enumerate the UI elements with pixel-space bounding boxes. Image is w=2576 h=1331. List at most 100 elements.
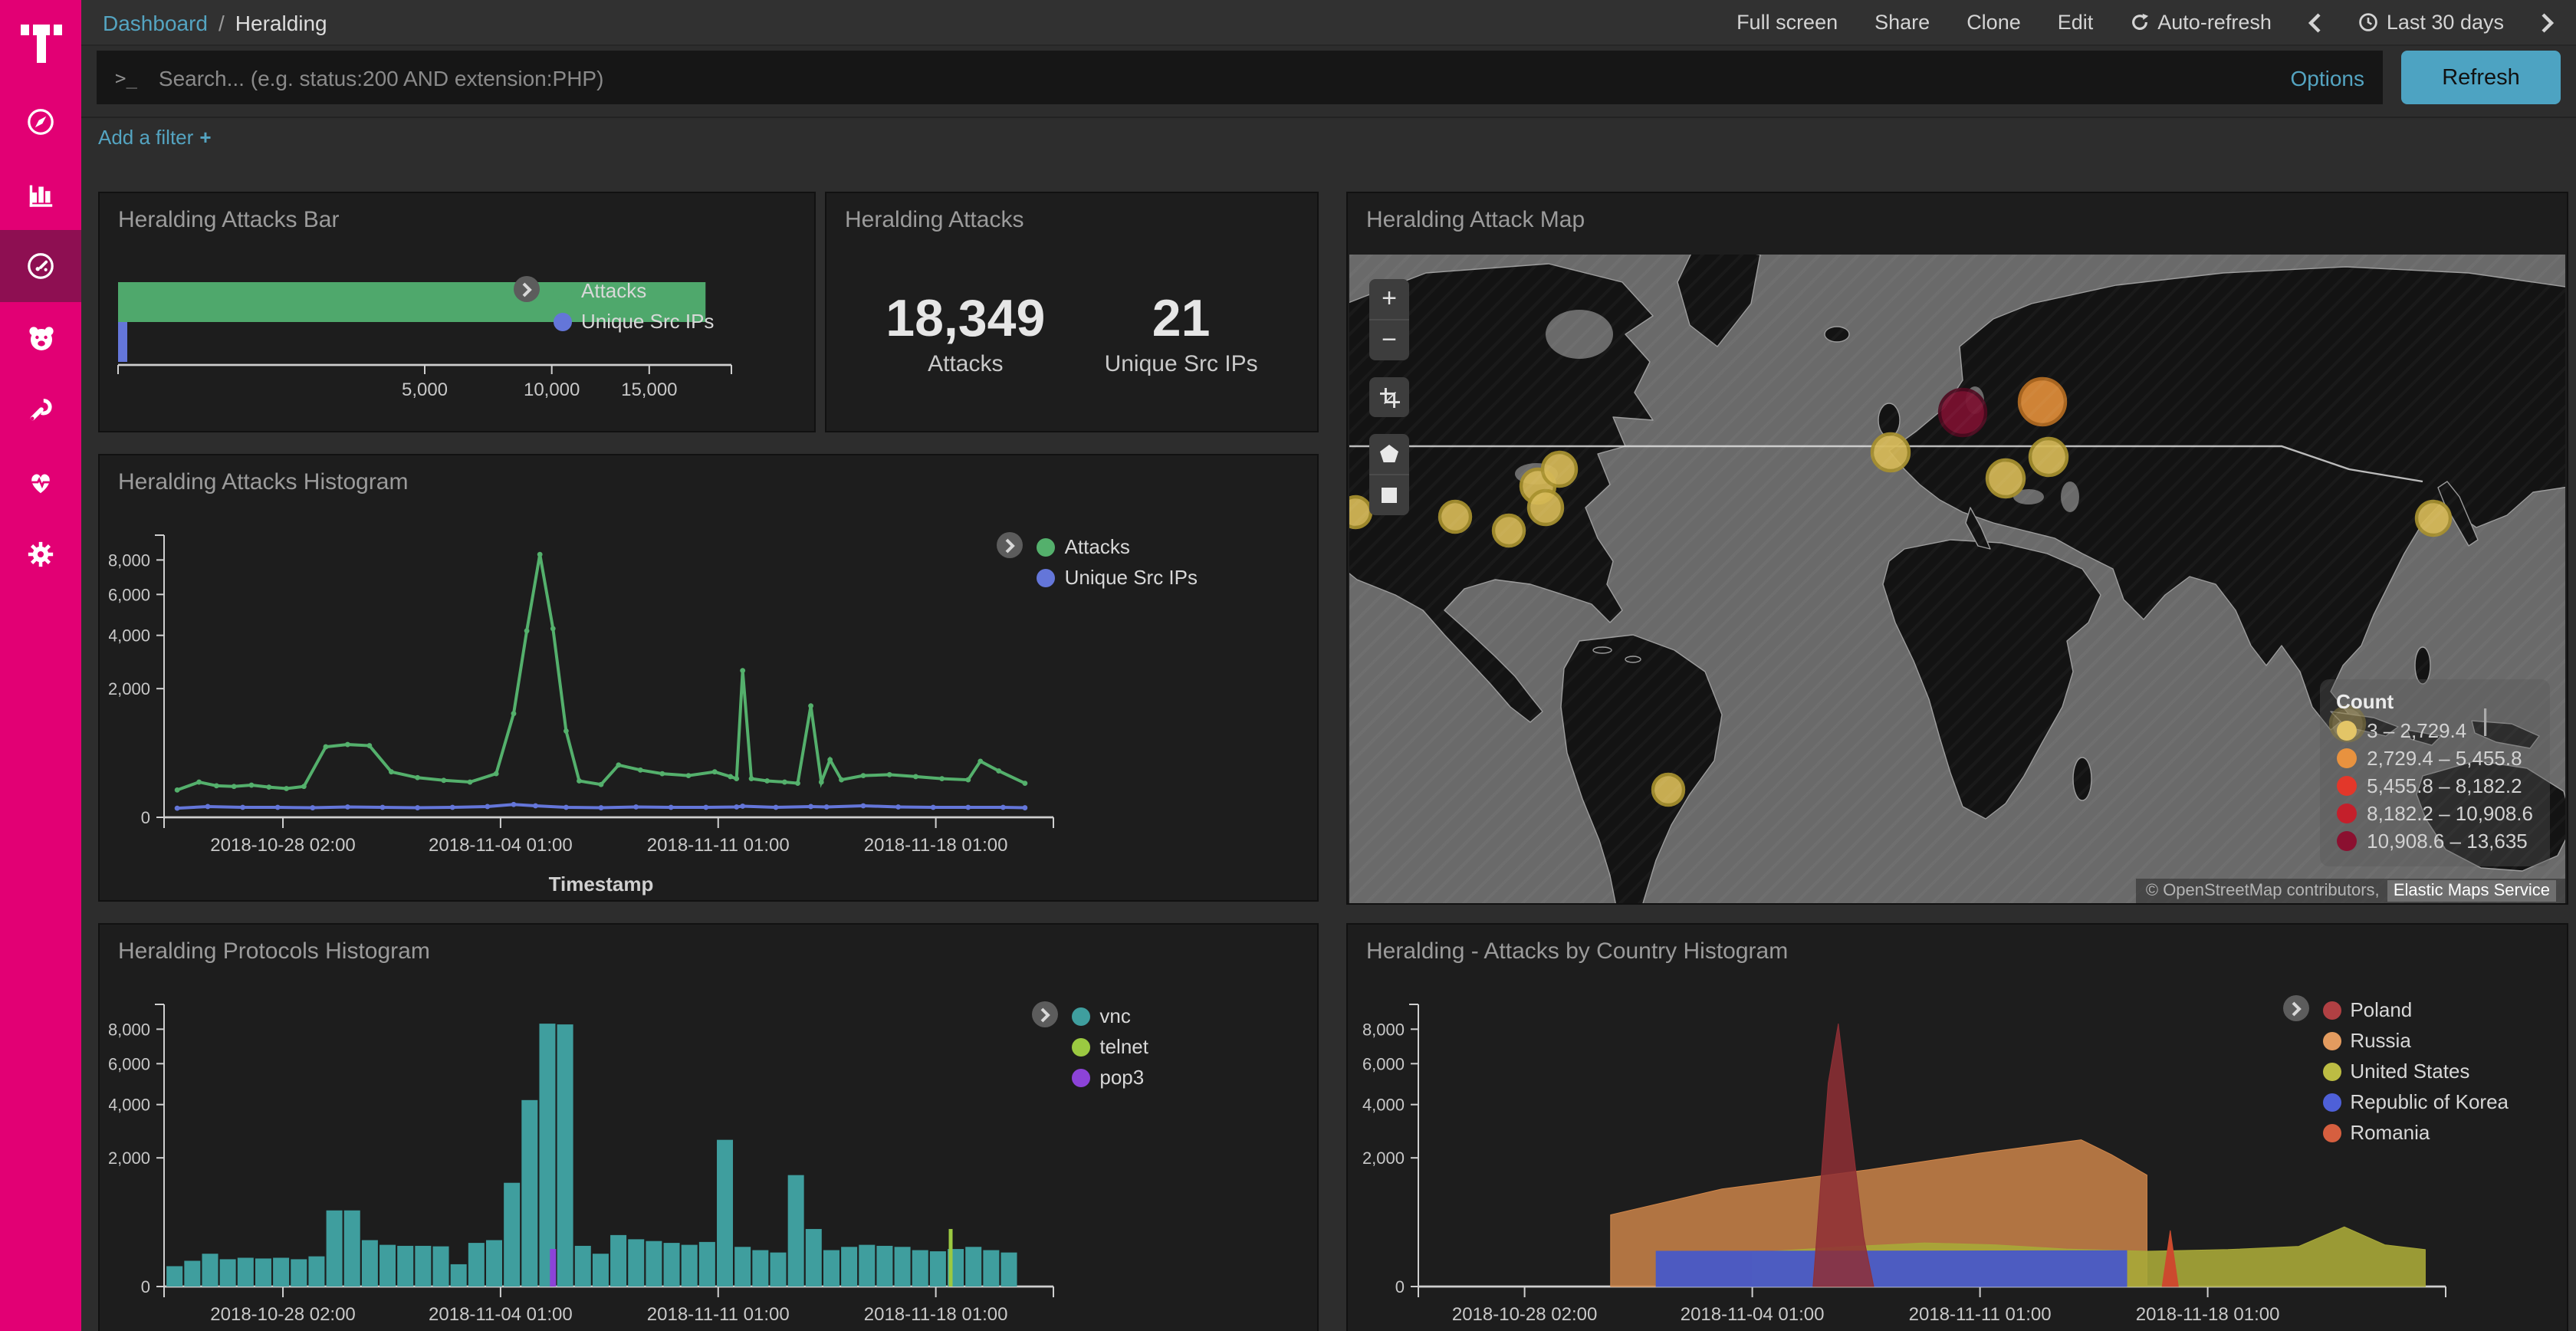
panel-title: Heralding Attack Map bbox=[1348, 193, 2567, 247]
sidebar-item-honeypot[interactable] bbox=[0, 302, 81, 374]
svg-text:10,000: 10,000 bbox=[524, 380, 580, 400]
legend-label: vnc bbox=[1099, 1004, 1130, 1027]
map-legend-dot-icon bbox=[2336, 748, 2356, 768]
chevron-left-icon bbox=[2308, 12, 2322, 33]
panel-attack-map: Heralding Attack Map bbox=[1346, 192, 2568, 905]
map-controls: + − bbox=[1369, 279, 1409, 515]
world-map[interactable]: + − bbox=[1349, 255, 2565, 903]
legend-item-russia[interactable]: Russia bbox=[2322, 1029, 2509, 1052]
map-legend-range: 8,182.2 – 10,908.6 bbox=[2367, 802, 2533, 825]
time-back-button[interactable] bbox=[2308, 12, 2322, 33]
svg-text:2,000: 2,000 bbox=[109, 1149, 150, 1168]
query-options-link[interactable]: Options bbox=[2291, 65, 2365, 90]
svg-text:8,000: 8,000 bbox=[109, 1020, 150, 1039]
map-fit-bounds-button[interactable] bbox=[1369, 377, 1409, 417]
legend-dot-icon bbox=[2322, 1031, 2341, 1050]
share-button[interactable]: Share bbox=[1875, 11, 1930, 34]
sidebar bbox=[0, 0, 81, 1331]
legend-item-unique-src-ips[interactable]: Unique Src IPs bbox=[554, 310, 714, 333]
svg-text:0: 0 bbox=[141, 808, 150, 827]
refresh-button[interactable]: Refresh bbox=[2401, 51, 2561, 104]
legend-item-telnet[interactable]: telnet bbox=[1072, 1035, 1148, 1058]
plus-icon: + bbox=[199, 126, 211, 149]
map-legend-dot-icon bbox=[2336, 776, 2356, 796]
legend: Poland Russia United States Republic of Kor… bbox=[2322, 998, 2509, 1144]
map-legend-range: 5,455.8 – 8,182.2 bbox=[2367, 774, 2522, 797]
chevron-right-icon bbox=[2541, 12, 2555, 33]
time-forward-button[interactable] bbox=[2541, 12, 2555, 33]
legend-label: Attacks bbox=[1065, 535, 1130, 558]
legend-label: Unique Src IPs bbox=[1065, 566, 1198, 589]
attribution-osm[interactable]: © OpenStreetMap contributors, bbox=[2146, 882, 2380, 900]
attacks-line-chart[interactable]: 02,0004,0006,0008,0002018-10-28 02:00201… bbox=[109, 517, 1106, 903]
svg-text:15,000: 15,000 bbox=[621, 380, 677, 400]
map-rectangle-tool-button[interactable] bbox=[1369, 474, 1409, 515]
legend-label: telnet bbox=[1099, 1035, 1148, 1058]
legend-expand-icon[interactable] bbox=[2282, 995, 2308, 1021]
area-republic-of-korea[interactable] bbox=[1656, 1250, 2127, 1287]
legend-dot-icon bbox=[1072, 1037, 1090, 1056]
top-nav: Dashboard / Heralding Full screen Share … bbox=[81, 0, 2576, 46]
sidebar-item-devtools[interactable] bbox=[0, 374, 81, 446]
legend-label: United States bbox=[2350, 1060, 2469, 1083]
polygon-icon bbox=[1378, 443, 1400, 465]
svg-text:2018-11-11 01:00: 2018-11-11 01:00 bbox=[647, 835, 790, 856]
bear-icon bbox=[25, 323, 56, 353]
legend-expand-icon[interactable] bbox=[514, 276, 540, 302]
wrench-icon bbox=[26, 396, 55, 425]
breadcrumb-dashboard-link[interactable]: Dashboard bbox=[103, 10, 208, 35]
legend-dot-icon bbox=[1037, 568, 1056, 587]
attribution-ems[interactable]: Elastic Maps Service bbox=[2387, 880, 2556, 902]
legend-dot-icon bbox=[1037, 537, 1056, 556]
full-screen-button[interactable]: Full screen bbox=[1737, 11, 1838, 34]
legend-item-attacks[interactable]: Attacks bbox=[554, 279, 714, 302]
legend-dot-icon bbox=[554, 312, 572, 330]
area-poland[interactable] bbox=[1813, 1024, 1874, 1287]
time-range-picker[interactable]: Last 30 days bbox=[2359, 11, 2504, 34]
sidebar-item-management[interactable] bbox=[0, 518, 81, 590]
panel-title: Heralding Attacks Bar bbox=[100, 193, 814, 247]
map-legend-item: 2,729.4 – 5,455.8 bbox=[2336, 747, 2533, 770]
legend-label: Unique Src IPs bbox=[581, 310, 714, 333]
legend-item-poland[interactable]: Poland bbox=[2322, 998, 2509, 1021]
svg-text:2018-11-11 01:00: 2018-11-11 01:00 bbox=[1909, 1304, 2052, 1325]
sidebar-item-visualize[interactable] bbox=[0, 158, 81, 230]
svg-text:2018-11-18 01:00: 2018-11-18 01:00 bbox=[864, 1304, 1008, 1325]
svg-text:2018-11-04 01:00: 2018-11-04 01:00 bbox=[429, 1304, 573, 1325]
svg-text:2,000: 2,000 bbox=[109, 679, 150, 698]
legend-item-republic-of-korea[interactable]: Republic of Korea bbox=[2322, 1090, 2509, 1113]
legend-item-romania[interactable]: Romania bbox=[2322, 1121, 2509, 1144]
legend-item-vnc[interactable]: vnc bbox=[1072, 1004, 1148, 1027]
sidebar-item-discover[interactable] bbox=[0, 86, 81, 158]
map-legend-item: 10,908.6 – 13,635 bbox=[2336, 830, 2533, 853]
protocols-bar-chart[interactable]: 02,0004,0006,0008,0002018-10-28 02:00201… bbox=[109, 986, 1106, 1331]
edit-button[interactable]: Edit bbox=[2058, 11, 2094, 34]
search-input[interactable] bbox=[156, 64, 2272, 91]
map-polygon-tool-button[interactable] bbox=[1369, 434, 1409, 474]
svg-text:4,000: 4,000 bbox=[109, 1096, 150, 1115]
svg-text:2,000: 2,000 bbox=[1362, 1149, 1405, 1168]
panel-protocols-histogram: Heralding Protocols Histogram 02,0004,00… bbox=[98, 923, 1319, 1331]
t-mobile-logo[interactable] bbox=[0, 0, 81, 86]
map-zoom-out-button[interactable]: − bbox=[1369, 319, 1409, 360]
search-box[interactable]: >_ Options bbox=[97, 51, 2383, 104]
sidebar-item-monitoring[interactable] bbox=[0, 446, 81, 518]
auto-refresh-button[interactable]: Auto-refresh bbox=[2130, 11, 2272, 34]
map-legend-item: 5,455.8 – 8,182.2 bbox=[2336, 774, 2533, 797]
legend-label: Romania bbox=[2350, 1121, 2430, 1144]
map-zoom-in-button[interactable]: + bbox=[1369, 279, 1409, 319]
legend-item-unique-src-ips[interactable]: Unique Src IPs bbox=[1037, 566, 1198, 589]
bar-unique-src-ips[interactable] bbox=[118, 322, 127, 362]
add-filter-link[interactable]: Add a filter+ bbox=[98, 126, 212, 149]
compass-icon bbox=[26, 107, 55, 136]
clone-button[interactable]: Clone bbox=[1967, 11, 2021, 34]
metric-value: 21 bbox=[1105, 290, 1258, 348]
legend-item-united-states[interactable]: United States bbox=[2322, 1060, 2509, 1083]
svg-text:6,000: 6,000 bbox=[109, 585, 150, 604]
legend-item-pop3[interactable]: pop3 bbox=[1072, 1066, 1148, 1089]
map-legend-range: 3 – 2,729.4 bbox=[2367, 719, 2466, 742]
map-legend-item: 8,182.2 – 10,908.6 bbox=[2336, 802, 2533, 825]
t-logo-icon bbox=[18, 20, 64, 66]
sidebar-item-dashboard[interactable] bbox=[0, 230, 81, 302]
legend-item-attacks[interactable]: Attacks bbox=[1037, 535, 1198, 558]
